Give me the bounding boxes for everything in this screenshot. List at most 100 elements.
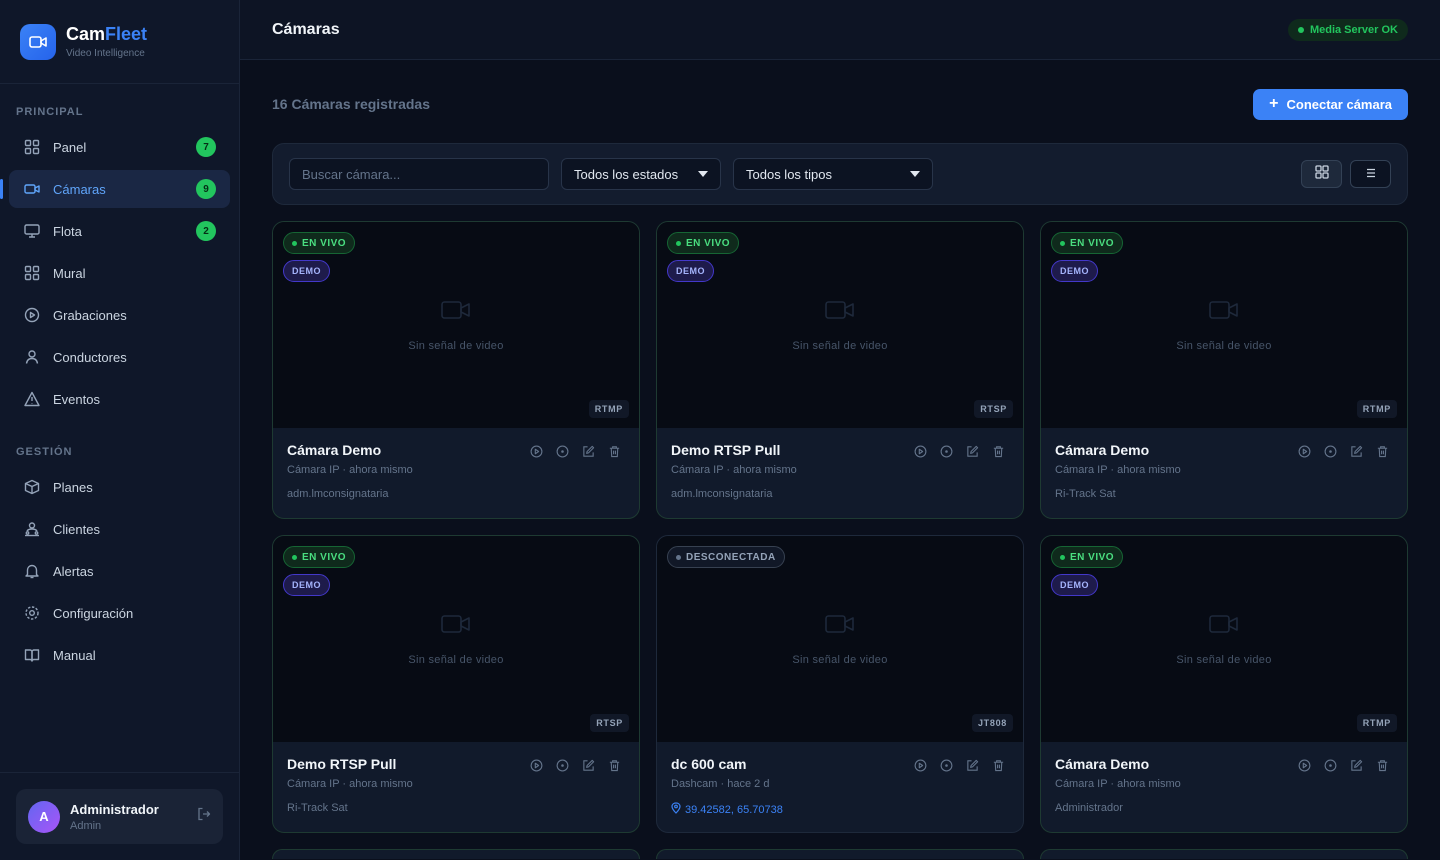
trash-icon[interactable]: [607, 758, 621, 772]
sidebar-item-conductores[interactable]: Conductores: [9, 338, 230, 376]
sidebar-item-label: Flota: [53, 223, 82, 239]
camera-meta: Cámara IP · ahora mismo: [287, 464, 413, 476]
edit-icon[interactable]: [581, 444, 595, 458]
sidebar-item-panel[interactable]: Panel 7: [9, 128, 230, 166]
no-signal-text: Sin señal de video: [408, 339, 504, 352]
protocol-badge: RTMP: [588, 400, 629, 418]
video-preview[interactable]: DESCONECTADA Sin señal de video JT808: [657, 536, 1023, 742]
box-icon: [23, 478, 41, 496]
info-icon[interactable]: [939, 758, 953, 772]
info-icon[interactable]: [555, 444, 569, 458]
count-badge: 7: [196, 137, 216, 157]
video-preview[interactable]: EN VIVO DEMO Sin señal de video RTMP: [1041, 222, 1407, 428]
video-preview[interactable]: EN VIVO DEMO Sin señal de video RTMP: [1041, 536, 1407, 742]
card-info: Demo RTSP Pull Cámara IP · ahora mismo a…: [657, 428, 1023, 500]
status-filter-select[interactable]: Todos los estados: [561, 158, 721, 190]
play-icon[interactable]: [529, 758, 543, 772]
camera-count: 16 Cámaras registradas: [272, 96, 430, 112]
camera-card[interactable]: EN VIVO DEMO Sin señal de video RTMP Cáma…: [1040, 535, 1408, 833]
connect-camera-button[interactable]: + Conectar cámara: [1253, 88, 1408, 120]
count-badge: 9: [196, 179, 216, 199]
search-input[interactable]: [289, 158, 549, 190]
sidebar-item-eventos[interactable]: Eventos: [9, 380, 230, 418]
status-dot-icon: [676, 554, 681, 560]
camera-card[interactable]: DESCONECTADA Sin señal de video JT808 dc…: [656, 535, 1024, 833]
logout-icon[interactable]: [197, 807, 211, 826]
gear-icon: [23, 604, 41, 622]
sidebar-item-planes[interactable]: Planes: [9, 468, 230, 506]
brand-logo-icon: [20, 23, 56, 60]
type-filter-select[interactable]: Todos los tipos: [733, 158, 933, 190]
status-label: DESCONECTADA: [686, 551, 776, 563]
user-profile[interactable]: A Administrador Admin: [16, 789, 223, 844]
count-badge: 2: [196, 221, 216, 241]
camera-card[interactable]: EN VIVO DEMO Sin señal de video RTSP Demo…: [272, 535, 640, 833]
info-icon[interactable]: [555, 758, 569, 772]
status-label: EN VIVO: [686, 237, 731, 249]
camera-card-partial[interactable]: [272, 849, 640, 859]
grid-view-button[interactable]: [1301, 160, 1342, 188]
play-icon[interactable]: [1297, 758, 1311, 772]
protocol-badge: RTSP: [590, 714, 629, 732]
camera-card-partial[interactable]: [656, 849, 1024, 859]
video-preview[interactable]: EN VIVO DEMO Sin señal de video RTSP: [657, 222, 1023, 428]
edit-icon[interactable]: [1349, 758, 1363, 772]
info-icon[interactable]: [1323, 444, 1337, 458]
info-icon[interactable]: [939, 444, 953, 458]
sidebar-item-clientes[interactable]: Clientes: [9, 510, 230, 548]
trash-icon[interactable]: [991, 444, 1005, 458]
brand-name-part: Cam: [66, 24, 106, 44]
sidebar-item-camaras[interactable]: Cámaras 9: [0, 170, 230, 208]
camera-placeholder-icon: [441, 299, 471, 326]
edit-icon[interactable]: [965, 758, 979, 772]
info-icon[interactable]: [1323, 758, 1337, 772]
camera-grid: EN VIVO DEMO Sin señal de video RTMP Cáma…: [272, 221, 1408, 859]
sidebar-item-grabaciones[interactable]: Grabaciones: [9, 296, 230, 334]
brand[interactable]: CamFleet Video Intelligence: [0, 0, 239, 84]
status-label: EN VIVO: [1070, 551, 1115, 563]
no-signal-text: Sin señal de video: [792, 339, 888, 352]
edit-icon[interactable]: [581, 758, 595, 772]
chevron-down-icon: [910, 171, 920, 177]
sidebar-item-manual[interactable]: Manual: [9, 636, 230, 674]
status-filter-value: Todos los estados: [574, 166, 679, 182]
play-icon[interactable]: [529, 444, 543, 458]
trash-icon[interactable]: [1375, 444, 1389, 458]
status-dot-icon: [1297, 26, 1304, 33]
user-icon: [23, 348, 41, 366]
sidebar-item-mural[interactable]: Mural: [9, 254, 230, 292]
video-preview[interactable]: EN VIVO DEMO Sin señal de video RTSP: [273, 536, 639, 742]
play-icon[interactable]: [1297, 444, 1311, 458]
camera-card[interactable]: EN VIVO DEMO Sin señal de video RTSP Demo…: [656, 221, 1024, 519]
camera-card[interactable]: EN VIVO DEMO Sin señal de video RTMP Cáma…: [272, 221, 640, 519]
video-preview[interactable]: EN VIVO DEMO Sin señal de video RTMP: [273, 222, 639, 428]
list-icon: [1365, 165, 1377, 183]
sidebar-item-alertas[interactable]: Alertas: [9, 552, 230, 590]
sidebar-item-configuracion[interactable]: Configuración: [9, 594, 230, 632]
camera-card[interactable]: EN VIVO DEMO Sin señal de video RTMP Cáma…: [1040, 221, 1408, 519]
chevron-down-icon: [698, 171, 708, 177]
plus-icon: +: [1269, 95, 1279, 112]
play-icon[interactable]: [913, 758, 927, 772]
protocol-badge: RTMP: [1356, 400, 1397, 418]
content: 16 Cámaras registradas + Conectar cámara …: [240, 60, 1440, 859]
sidebar-item-flota[interactable]: Flota 2: [9, 212, 230, 250]
edit-icon[interactable]: [1349, 444, 1363, 458]
bell-icon: [23, 562, 41, 580]
user-name: Administrador: [70, 801, 159, 817]
trash-icon[interactable]: [1375, 758, 1389, 772]
live-badge: EN VIVO: [667, 232, 740, 254]
users-icon: [23, 520, 41, 538]
card-info: dc 600 cam Dashcam · hace 2 d 39.42582, …: [657, 742, 1023, 817]
play-icon[interactable]: [913, 444, 927, 458]
live-badge: EN VIVO: [1051, 546, 1124, 568]
card-actions: [1297, 758, 1389, 772]
grid-icon: [23, 264, 41, 282]
trash-icon[interactable]: [607, 444, 621, 458]
trash-icon[interactable]: [991, 758, 1005, 772]
edit-icon[interactable]: [965, 444, 979, 458]
page-title: Cámaras: [272, 20, 340, 38]
list-view-button[interactable]: [1350, 160, 1391, 188]
camera-card-partial[interactable]: [1040, 849, 1408, 859]
sidebar-divider: [0, 772, 240, 773]
